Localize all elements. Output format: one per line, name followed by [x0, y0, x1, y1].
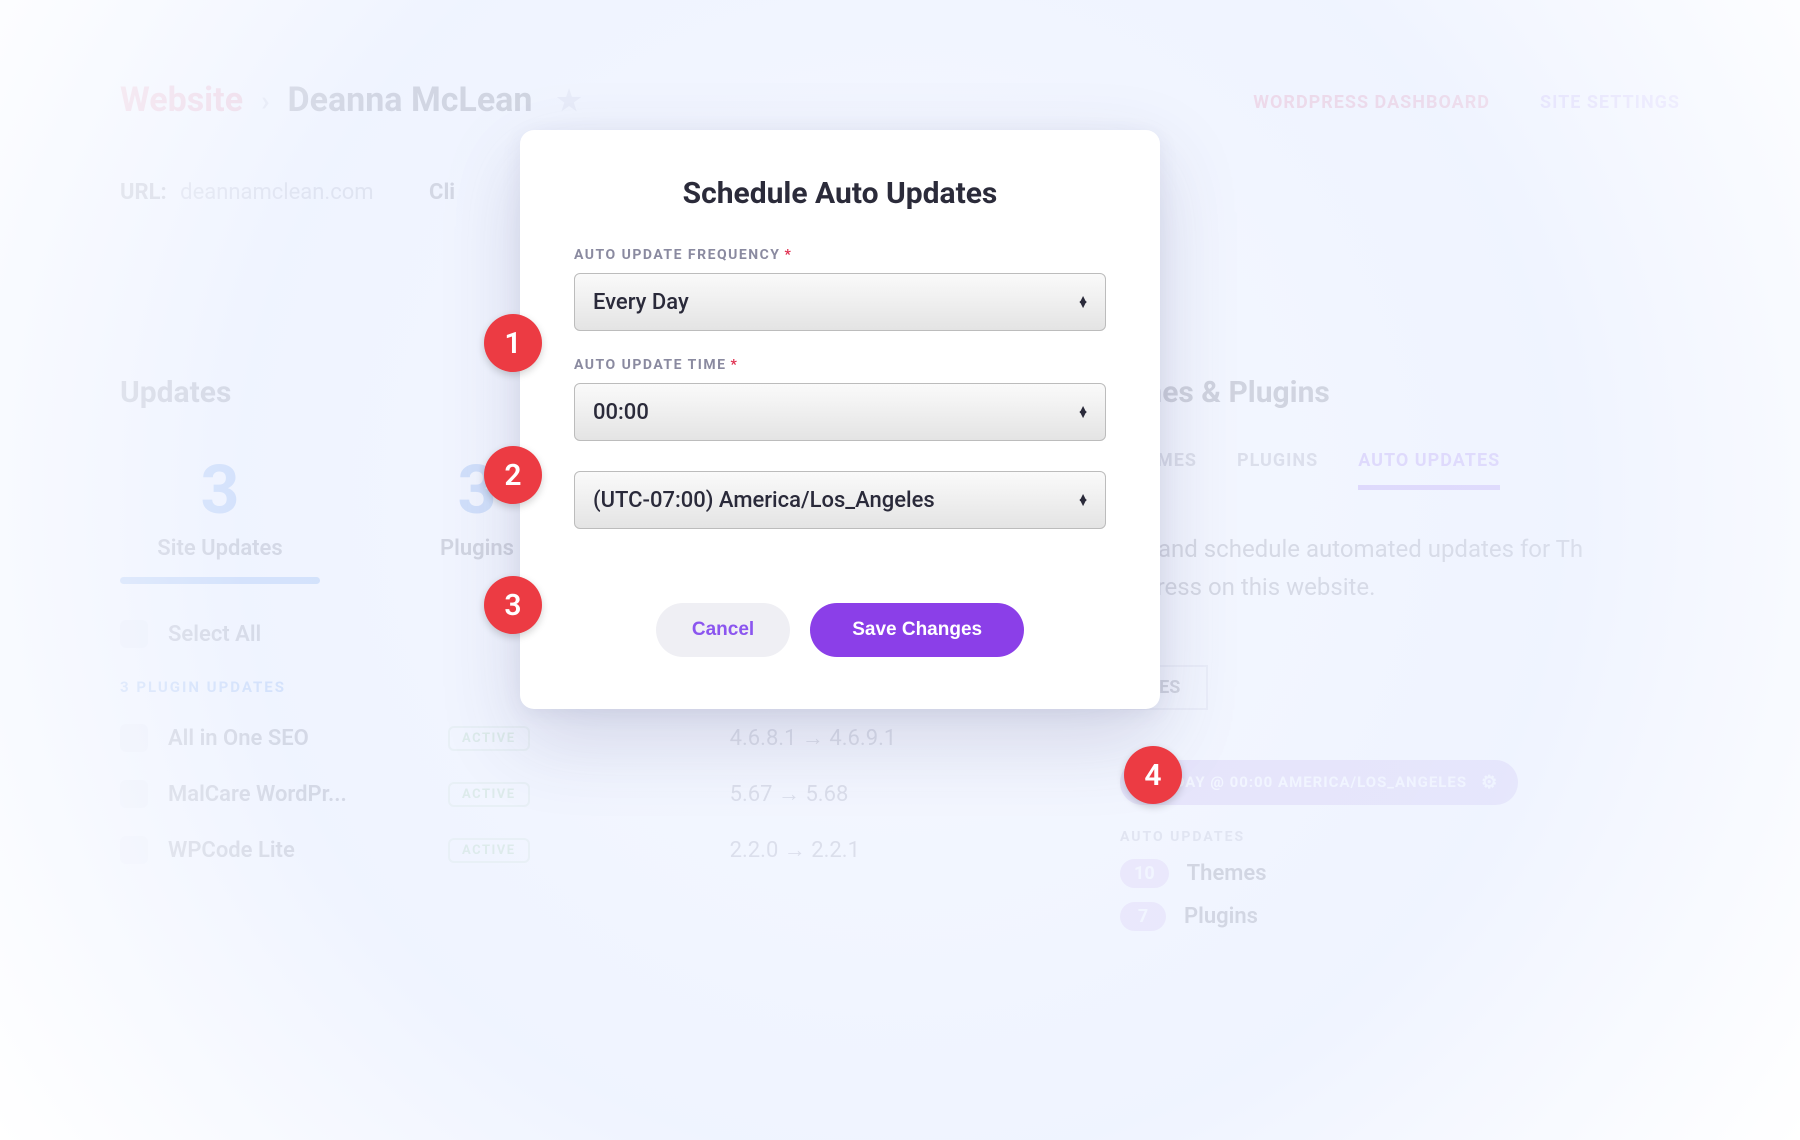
frequency-label: AUTO UPDATE FREQUENCY*: [574, 247, 1106, 263]
annotation-4: 4: [1124, 746, 1182, 804]
time-select[interactable]: 00:00 ▲▼: [574, 383, 1106, 441]
frequency-value: Every Day: [593, 290, 689, 315]
schedule-auto-updates-modal: Schedule Auto Updates AUTO UPDATE FREQUE…: [520, 130, 1160, 709]
time-label: AUTO UPDATE TIME*: [574, 357, 1106, 373]
save-changes-button[interactable]: Save Changes: [810, 603, 1024, 657]
cancel-button[interactable]: Cancel: [656, 603, 790, 657]
modal-title: Schedule Auto Updates: [574, 176, 1106, 211]
frequency-select[interactable]: Every Day ▲▼: [574, 273, 1106, 331]
chevron-updown-icon: ▲▼: [1077, 495, 1089, 506]
chevron-updown-icon: ▲▼: [1077, 407, 1089, 418]
annotation-2: 2: [484, 446, 542, 504]
timezone-select[interactable]: (UTC-07:00) America/Los_Angeles ▲▼: [574, 471, 1106, 529]
modal-actions: Cancel Save Changes: [574, 603, 1106, 657]
annotation-1: 1: [484, 314, 542, 372]
chevron-updown-icon: ▲▼: [1077, 297, 1089, 308]
time-value: 00:00: [593, 400, 649, 425]
timezone-value: (UTC-07:00) America/Los_Angeles: [593, 488, 935, 513]
annotation-3: 3: [484, 576, 542, 634]
